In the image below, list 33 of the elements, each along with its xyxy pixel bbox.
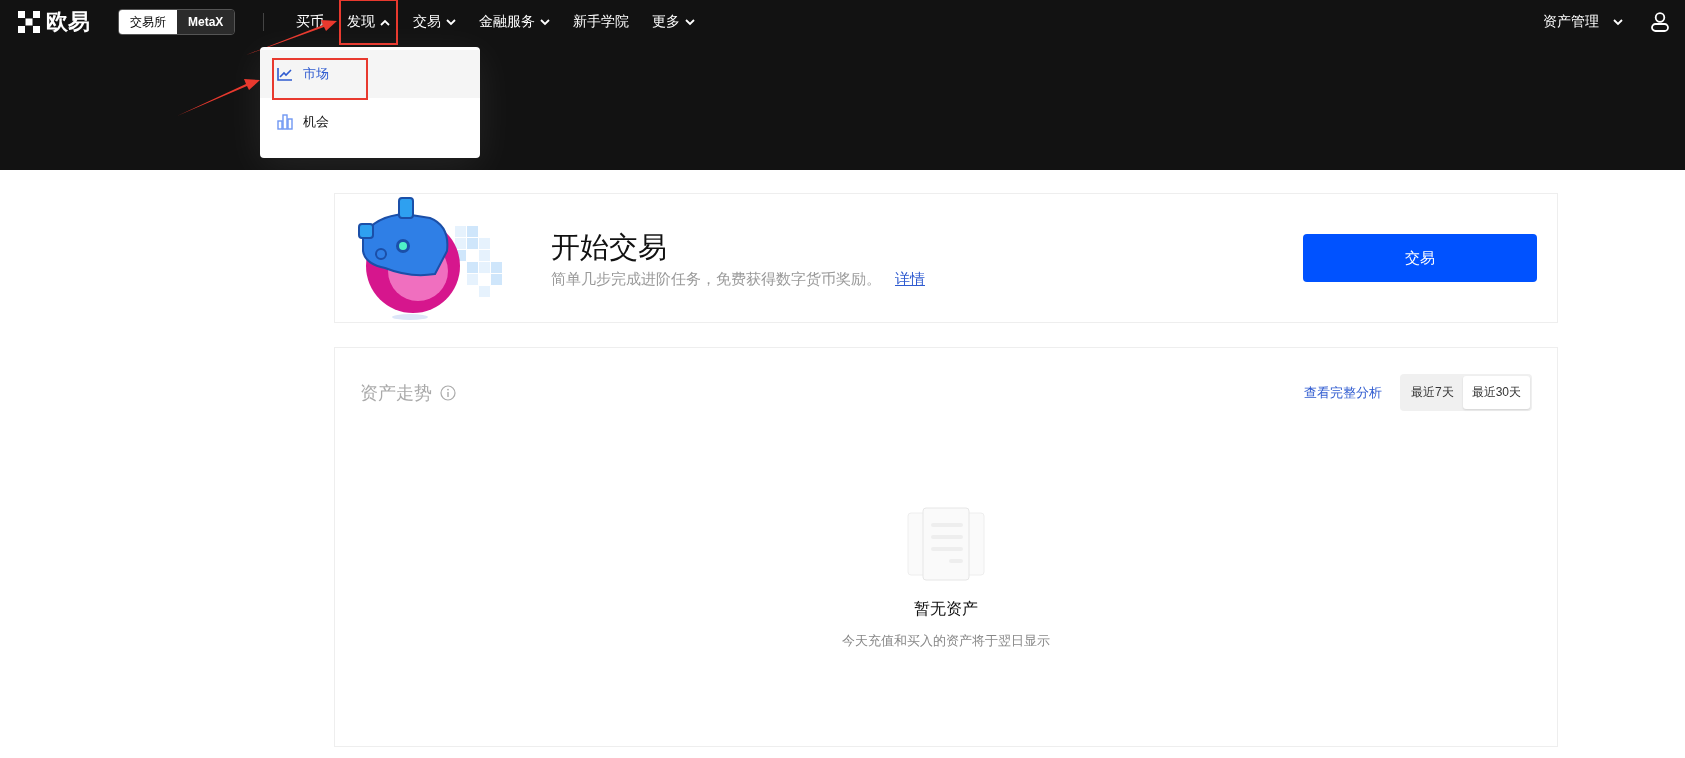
nav-link[interactable]: 买币 <box>296 9 325 35</box>
range-tab[interactable]: 最近30天 <box>1462 376 1530 409</box>
mode-tab[interactable]: MetaX <box>177 10 235 34</box>
chevron-down-icon <box>540 18 551 26</box>
empty-text: 今天充值和买入的资产将于翌日显示 <box>842 632 1050 650</box>
chevron-down-icon <box>1613 18 1623 26</box>
asset-trend-title: 资产走势 <box>360 381 432 405</box>
nav-link[interactable]: 交易 <box>413 9 457 35</box>
range-tab[interactable]: 最近7天 <box>1401 376 1463 409</box>
nav-link[interactable]: 新手学院 <box>573 9 630 35</box>
empty-document-icon <box>907 507 985 581</box>
logo-icon <box>18 11 40 33</box>
mode-tab[interactable]: 交易所 <box>119 10 177 34</box>
promo-text: 简单几步完成进阶任务，免费获得数字货币奖励。 <box>551 269 881 289</box>
nav-link[interactable]: 更多 <box>652 9 696 35</box>
menu-item[interactable]: 市场 <box>260 65 347 83</box>
menu-item[interactable]: 机会 <box>260 113 347 131</box>
nav-link[interactable]: 发现 <box>347 9 391 35</box>
annotation-box <box>339 0 399 45</box>
brand-name: 欧易 <box>46 8 90 36</box>
chevron-up-icon <box>380 18 391 26</box>
empty-title: 暂无资产 <box>914 599 978 619</box>
chevron-down-icon <box>685 18 696 26</box>
asset-menu-link[interactable]: 资产管理 <box>1543 13 1623 31</box>
user-icon[interactable] <box>1651 12 1669 32</box>
bar-chart-icon <box>277 114 294 130</box>
promo-title: 开始交易 <box>551 229 668 265</box>
chevron-down-icon <box>446 18 457 26</box>
nav-link[interactable]: 金融服务 <box>479 9 551 35</box>
trade-button[interactable]: 交易 <box>1303 234 1537 282</box>
line-chart-icon <box>277 67 294 81</box>
details-link[interactable]: 详情 <box>895 269 925 289</box>
full-analysis-link[interactable]: 查看完整分析 <box>1303 383 1382 402</box>
